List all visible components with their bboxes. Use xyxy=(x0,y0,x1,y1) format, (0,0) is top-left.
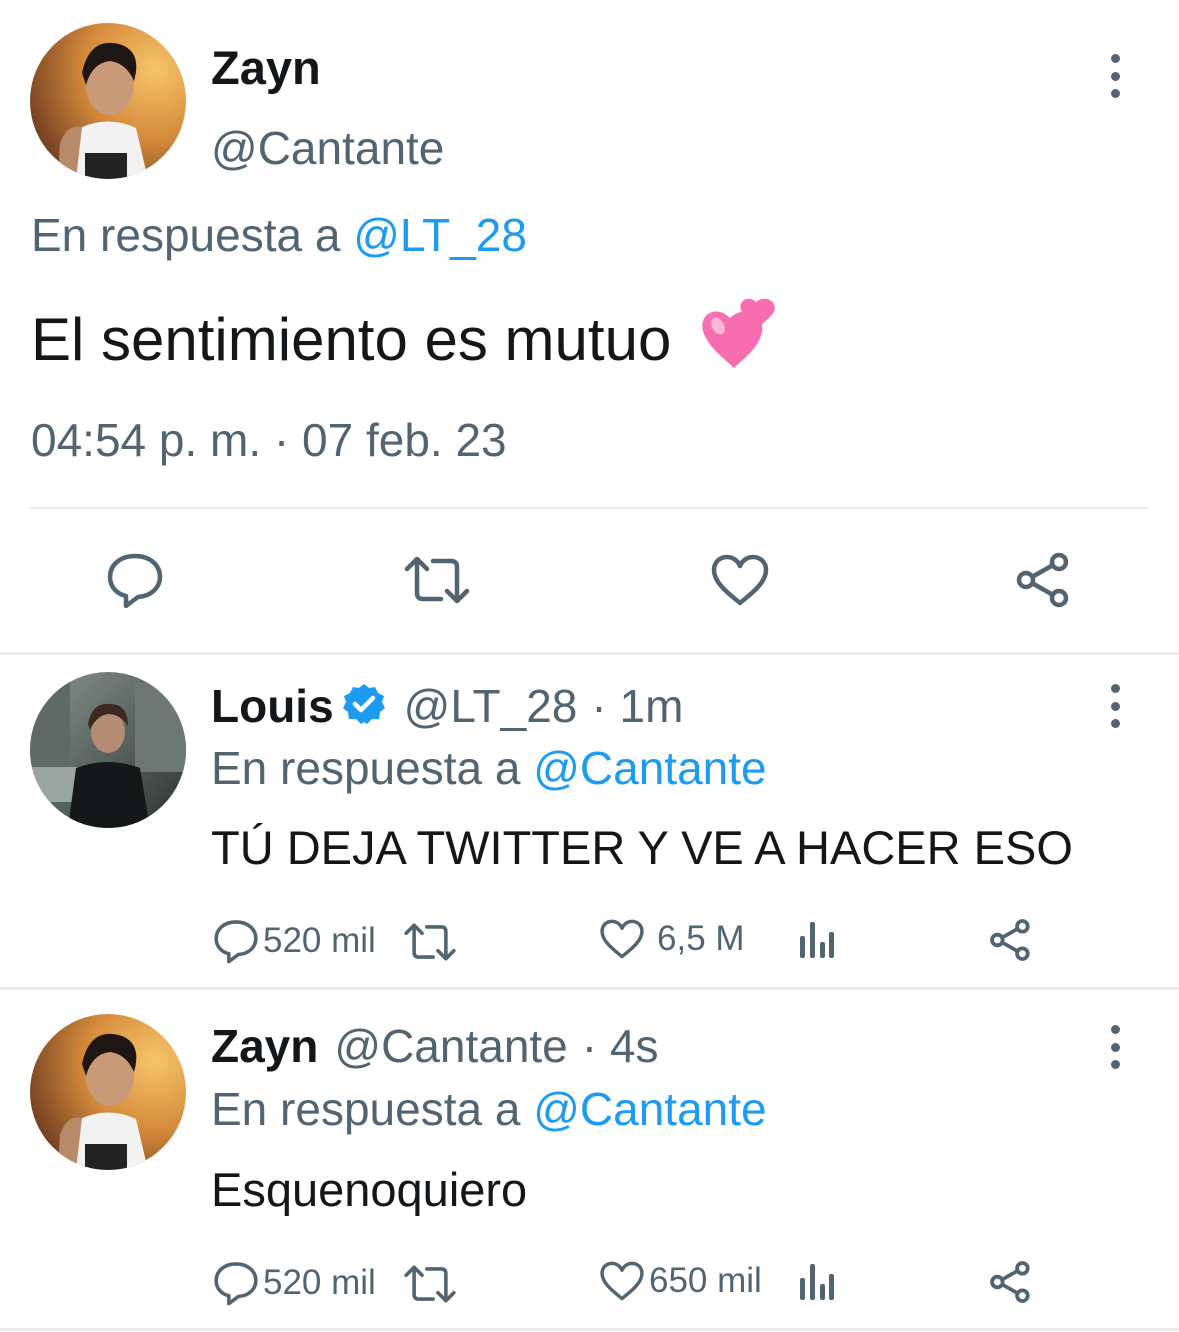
reply-to-mention[interactable]: @LT_28 xyxy=(353,209,527,261)
reply-header: Zayn @Cantante · 4s xyxy=(211,1019,658,1073)
avatar[interactable] xyxy=(30,672,186,828)
avatar[interactable] xyxy=(30,1014,186,1170)
more-options-icon[interactable] xyxy=(1105,684,1125,728)
analytics-icon[interactable] xyxy=(798,1260,836,1302)
like-button[interactable]: 650 mil xyxy=(599,1260,762,1302)
tweet-text: El sentimiento es mutuo xyxy=(31,296,778,386)
two-hearts-emoji xyxy=(700,296,778,386)
retweet-icon[interactable] xyxy=(403,1264,457,1304)
reply-button[interactable]: 520 mil xyxy=(213,1260,376,1306)
verified-badge-icon xyxy=(342,682,386,731)
share-icon[interactable] xyxy=(1014,551,1074,609)
divider xyxy=(0,1328,1179,1331)
tweet-text: TÚ DEJA TWITTER Y VE A HACER ESO xyxy=(211,821,1073,874)
more-options-icon[interactable] xyxy=(1105,1025,1125,1069)
reply-context: En respuesta a @LT_28 xyxy=(31,208,527,262)
like-count: 6,5 M xyxy=(657,919,745,958)
reply-context: En respuesta a @Cantante xyxy=(211,741,767,795)
reply-to-mention[interactable]: @Cantante xyxy=(533,742,766,794)
more-options-icon[interactable] xyxy=(1105,54,1125,98)
like-icon[interactable] xyxy=(710,553,770,607)
reply-context-label: En respuesta a xyxy=(211,1083,521,1135)
reply-icon xyxy=(213,1260,259,1306)
retweet-icon[interactable] xyxy=(403,555,471,605)
author-name[interactable]: Zayn xyxy=(211,1019,318,1073)
reply-icon xyxy=(213,918,259,964)
author-name[interactable]: Louis xyxy=(211,679,334,733)
author-handle[interactable]: @Cantante xyxy=(211,121,444,175)
author-handle[interactable]: @LT_28 xyxy=(404,679,578,733)
reply-icon[interactable] xyxy=(106,552,164,608)
analytics-icon[interactable] xyxy=(798,918,836,960)
tweet-text-content: El sentimiento es mutuo xyxy=(31,306,672,373)
divider xyxy=(0,987,1179,990)
reply-button[interactable]: 520 mil xyxy=(213,918,376,964)
share-icon[interactable] xyxy=(988,918,1034,962)
tweet-text: Esquenoquiero xyxy=(211,1163,528,1216)
reply-context: En respuesta a @Cantante xyxy=(211,1082,767,1136)
like-icon xyxy=(599,918,645,960)
reply-time[interactable]: · 1m xyxy=(591,679,683,733)
divider xyxy=(0,652,1179,655)
avatar[interactable] xyxy=(30,23,186,179)
author-name[interactable]: Zayn xyxy=(211,40,321,95)
author-handle[interactable]: @Cantante xyxy=(334,1019,567,1073)
reply-count: 520 mil xyxy=(263,1263,376,1302)
share-icon[interactable] xyxy=(988,1260,1034,1304)
like-count: 650 mil xyxy=(649,1261,762,1300)
reply-context-label: En respuesta a xyxy=(211,742,521,794)
like-button[interactable]: 6,5 M xyxy=(599,918,745,960)
reply-to-mention[interactable]: @Cantante xyxy=(533,1083,766,1135)
divider xyxy=(30,507,1148,509)
reply-context-label: En respuesta a xyxy=(31,209,341,261)
reply-time[interactable]: · 4s xyxy=(582,1019,659,1073)
reply-header: Louis @LT_28 · 1m xyxy=(211,679,683,733)
reply-count: 520 mil xyxy=(263,921,376,960)
retweet-icon[interactable] xyxy=(403,922,457,962)
tweet-timestamp[interactable]: 04:54 p. m. · 07 feb. 23 xyxy=(31,413,507,467)
like-icon xyxy=(599,1260,645,1302)
